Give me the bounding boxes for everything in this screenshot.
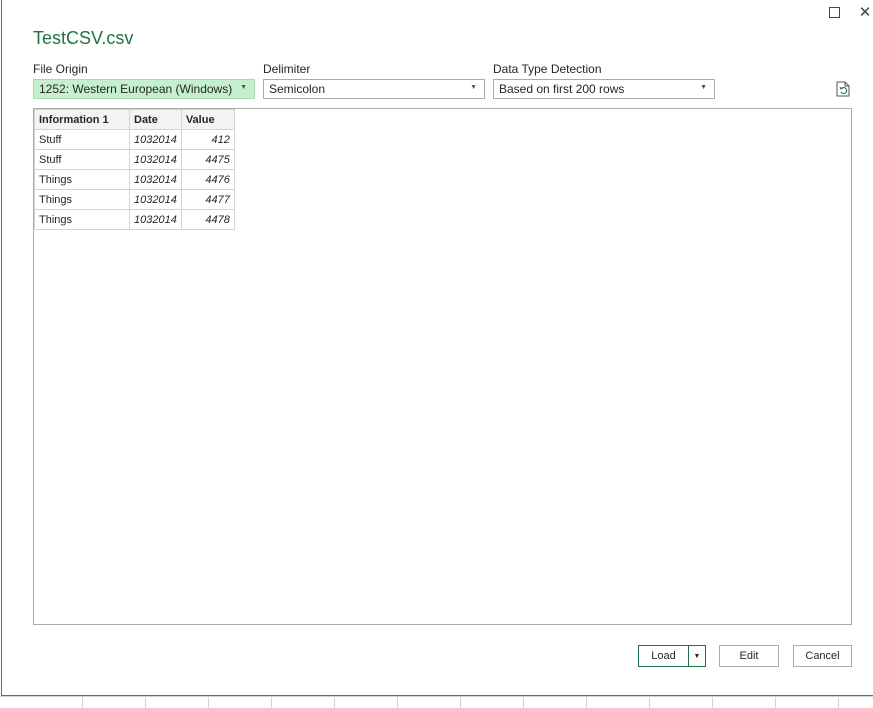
load-button[interactable]: Load [638, 645, 688, 667]
close-icon: ✕ [858, 3, 872, 21]
maximize-icon [828, 6, 840, 18]
table-cell: 4477 [180, 189, 235, 210]
edit-button[interactable]: Edit [719, 645, 779, 667]
table-cell: 4475 [180, 149, 235, 170]
table-cell: 412 [180, 129, 235, 150]
table-cell: 1032014 [129, 189, 182, 210]
table-row: Things 1032014 4478 [34, 209, 235, 230]
table-cell: Things [34, 209, 130, 230]
dialog-title: TestCSV.csv [33, 28, 134, 48]
preview-table: Information 1 Date Value Stuff 1032014 4… [34, 109, 235, 230]
chevron-down-icon: ▼ [700, 84, 707, 91]
table-cell: 1032014 [129, 209, 182, 230]
table-header-row: Information 1 Date Value [34, 109, 235, 130]
table-cell: Stuff [34, 149, 130, 170]
table-cell: Things [34, 169, 130, 190]
table-row: Stuff 1032014 4475 [34, 149, 235, 170]
cancel-button[interactable]: Cancel [793, 645, 852, 667]
table-cell: 1032014 [129, 129, 182, 150]
table-cell: Things [34, 189, 130, 210]
delimiter-label: Delimiter [263, 62, 311, 76]
column-header: Information 1 [34, 109, 130, 130]
table-cell: Stuff [34, 129, 130, 150]
chevron-down-icon: ▼ [693, 652, 701, 660]
table-cell: 1032014 [129, 169, 182, 190]
close-button[interactable]: ✕ [855, 2, 873, 22]
column-header: Value [180, 109, 235, 130]
table-cell: 4478 [180, 209, 235, 230]
file-origin-dropdown[interactable]: 1252: Western European (Windows) ▼ [33, 79, 255, 99]
column-header: Date [129, 109, 182, 130]
background-sheet-grid [0, 696, 873, 708]
detection-label: Data Type Detection [493, 62, 602, 76]
delimiter-dropdown[interactable]: Semicolon ▼ [263, 79, 485, 99]
chevron-down-icon: ▼ [240, 84, 247, 91]
refresh-icon[interactable] [836, 81, 850, 97]
data-preview-panel: Information 1 Date Value Stuff 1032014 4… [33, 108, 852, 625]
table-cell: 1032014 [129, 149, 182, 170]
csv-import-dialog: ✕ TestCSV.csv File Origin 1252: Western … [1, 0, 873, 696]
load-options-button[interactable]: ▼ [688, 645, 706, 667]
maximize-button[interactable] [824, 2, 844, 22]
table-row: Things 1032014 4477 [34, 189, 235, 210]
table-row: Things 1032014 4476 [34, 169, 235, 190]
chevron-down-icon: ▼ [470, 84, 477, 91]
file-origin-label: File Origin [33, 62, 88, 76]
delimiter-value: Semicolon [269, 82, 326, 96]
table-row: Stuff 1032014 412 [34, 129, 235, 150]
table-cell: 4476 [180, 169, 235, 190]
detection-value: Based on first 200 rows [499, 82, 625, 96]
detection-dropdown[interactable]: Based on first 200 rows ▼ [493, 79, 715, 99]
file-origin-value: 1252: Western European (Windows) [39, 82, 233, 96]
